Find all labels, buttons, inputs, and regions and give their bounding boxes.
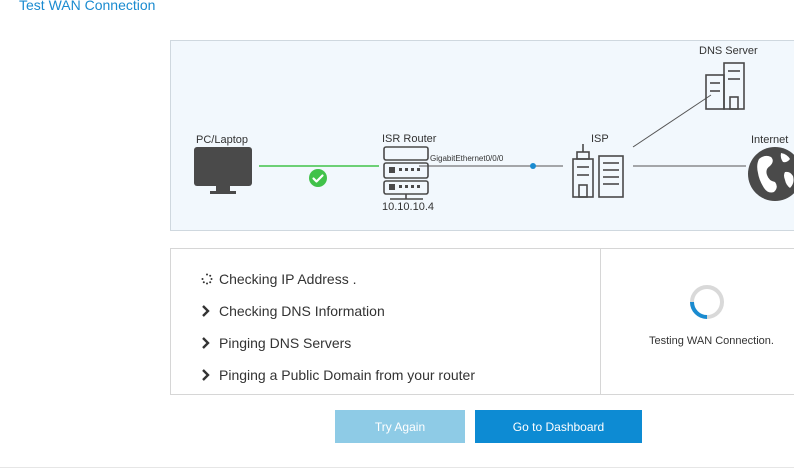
pc-laptop-label: PC/Laptop bbox=[196, 134, 248, 146]
check-label: Checking DNS Information bbox=[219, 303, 385, 319]
dns-server-icon bbox=[705, 62, 745, 110]
internet-label: Internet bbox=[751, 134, 789, 146]
topology-diagram bbox=[194, 62, 794, 201]
chevron-right-icon bbox=[201, 336, 213, 350]
connection-test-panel: Checking IP Address . Checking DNS Infor… bbox=[170, 248, 794, 395]
loading-spinner-icon bbox=[201, 272, 213, 286]
interface-label: GigabitEthernet0/0/0 bbox=[430, 154, 504, 163]
internet-globe-icon bbox=[748, 147, 794, 201]
progress-status-text: Testing WAN Connection. bbox=[649, 335, 774, 347]
chevron-right-icon bbox=[201, 304, 213, 318]
check-dns-information: Checking DNS Information bbox=[201, 295, 475, 327]
footer-divider bbox=[0, 467, 794, 468]
isp-building-icon bbox=[572, 144, 624, 198]
check-ip-address: Checking IP Address . bbox=[201, 263, 475, 295]
check-label: Checking IP Address . bbox=[219, 271, 357, 287]
progress-pane: Testing WAN Connection. bbox=[601, 249, 794, 394]
progress-ring-icon bbox=[690, 285, 724, 319]
link-ok-check-icon bbox=[309, 169, 327, 187]
pc-laptop-icon bbox=[194, 147, 252, 194]
router-ip-label: 10.10.10.4 bbox=[382, 201, 434, 213]
link-endpoint-dot bbox=[530, 163, 536, 169]
check-public-domain: Pinging a Public Domain from your router bbox=[201, 359, 475, 391]
check-label: Pinging a Public Domain from your router bbox=[219, 367, 476, 383]
go-to-dashboard-button[interactable]: Go to Dashboard bbox=[475, 410, 642, 443]
router-label: ISR Router bbox=[382, 133, 437, 145]
test-checklist: Checking IP Address . Checking DNS Infor… bbox=[201, 263, 475, 391]
chevron-right-icon bbox=[201, 368, 213, 382]
network-topology-panel: PC/Laptop ISR Router 10.10.10.4 GigabitE… bbox=[170, 40, 794, 231]
try-again-button[interactable]: Try Again bbox=[335, 410, 465, 443]
check-dns-servers: Pinging DNS Servers bbox=[201, 327, 475, 359]
isp-label: ISP bbox=[591, 133, 609, 145]
check-label: Pinging DNS Servers bbox=[219, 335, 352, 351]
isp-dns-link bbox=[632, 94, 712, 148]
page-title: Test WAN Connection bbox=[19, 0, 156, 13]
dns-server-label: DNS Server bbox=[699, 45, 758, 57]
